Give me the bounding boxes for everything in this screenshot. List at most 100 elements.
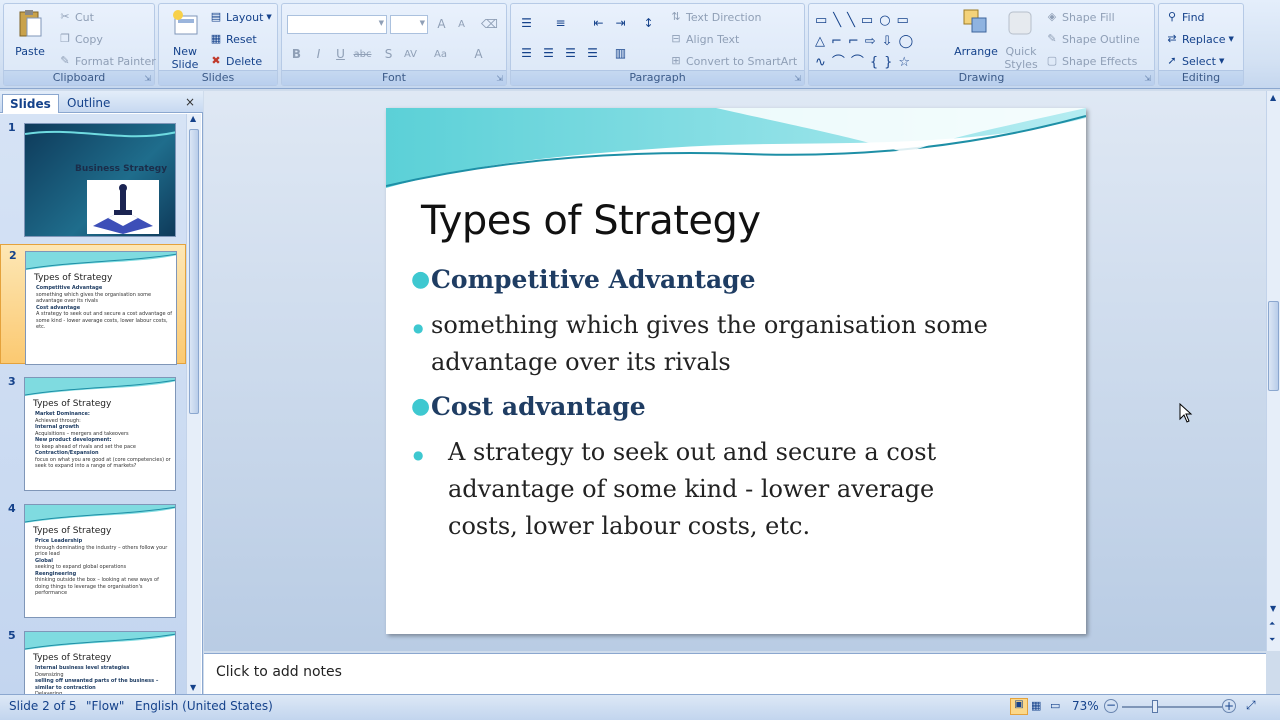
notes-placeholder[interactable]: Click to add notes <box>216 664 342 680</box>
zoom-slider-thumb[interactable] <box>1152 700 1158 713</box>
select-button[interactable]: ➚ Select ▼ <box>1165 54 1224 68</box>
zoom-slider[interactable] <box>1122 700 1222 713</box>
columns-icon[interactable]: ▥ <box>611 44 630 63</box>
panel-scrollbar[interactable]: ▲ ▼ <box>186 114 201 694</box>
format-painter-button[interactable]: ✎ Format Painter <box>58 54 155 68</box>
font-group-label: Font <box>282 70 506 85</box>
theme-name[interactable]: "Flow" <box>86 699 124 713</box>
slide-thumbnail-1[interactable]: 1 Business Strategy <box>0 117 186 237</box>
clipboard-group-label: Clipboard <box>4 70 154 85</box>
font-group: ▼ ▼ A A ⌫ B I U abc S AV Aa A Font ⇲ <box>281 3 507 86</box>
char-spacing-icon[interactable]: AV <box>401 45 420 64</box>
slide-thumbnail-3[interactable]: 3 Types of Strategy Market Dominance: Achie… <box>0 371 186 491</box>
align-right-icon[interactable]: ☰ <box>561 44 580 63</box>
tab-outline[interactable]: Outline <box>60 94 117 113</box>
grow-font-icon[interactable]: A <box>432 15 451 34</box>
delete-button[interactable]: ✖ Delete <box>209 54 262 68</box>
slide-preview[interactable]: Types of Strategy Competitive Advantage so… <box>25 251 177 365</box>
numbering-icon[interactable]: ≡ <box>551 14 570 33</box>
scroll-up-icon[interactable]: ▲ <box>190 114 196 123</box>
bullets-icon[interactable]: ☰ <box>517 14 536 33</box>
scroll-down-icon[interactable]: ▼ <box>1270 604 1276 613</box>
previous-slide-icon[interactable]: ⏶ <box>1269 619 1275 629</box>
font-color-icon[interactable]: A <box>469 45 488 64</box>
underline-icon[interactable]: U <box>331 45 350 64</box>
scroll-thumb[interactable] <box>1268 301 1279 391</box>
zoom-in-icon[interactable]: + <box>1222 699 1236 713</box>
bullet-heading[interactable]: ● Cost advantage <box>411 388 1031 425</box>
increase-indent-icon[interactable]: ⇥ <box>611 14 630 33</box>
arrange-button[interactable]: Arrange <box>951 6 1001 58</box>
thumbnail-line: thinking outside the box – looking at ne… <box>35 577 159 596</box>
quick-styles-button[interactable]: Quick Styles <box>1001 6 1039 71</box>
slide-title[interactable]: Types of Strategy <box>421 198 761 244</box>
find-button[interactable]: ⚲ Find <box>1165 10 1205 24</box>
dialog-launcher-icon[interactable]: ⇲ <box>1144 74 1151 83</box>
clear-formatting-icon[interactable]: ⌫ <box>480 15 499 34</box>
slide[interactable]: Types of Strategy ● Competitive Advantage… <box>386 108 1086 634</box>
dialog-launcher-icon[interactable]: ⇲ <box>144 74 151 83</box>
bullet-heading[interactable]: ● Competitive Advantage <box>411 261 1031 298</box>
slide-preview[interactable]: Types of Strategy Market Dominance: Achiev… <box>24 377 176 491</box>
scroll-thumb[interactable] <box>189 129 199 414</box>
slide-scrollbar[interactable]: ▲ ▼ ⏶ ⏷ <box>1266 91 1280 651</box>
decrease-indent-icon[interactable]: ⇤ <box>589 14 608 33</box>
slide-thumbnail-4[interactable]: 4 Types of Strategy Price Leadership throug… <box>0 498 186 618</box>
line-spacing-icon[interactable]: ↕ <box>639 14 658 33</box>
paste-button[interactable]: Paste <box>12 8 48 58</box>
normal-view-icon[interactable]: ▣ <box>1010 698 1028 715</box>
justify-icon[interactable]: ☰ <box>583 44 602 63</box>
cut-button[interactable]: ✂ Cut <box>58 10 94 24</box>
convert-smartart-button[interactable]: ⊞ Convert to SmartArt <box>669 54 797 68</box>
font-size-combobox[interactable]: ▼ <box>390 15 428 34</box>
bullet-item[interactable]: ● A strategy to seek out and secure a cos… <box>413 434 991 545</box>
notes-pane[interactable]: Click to add notes <box>204 653 1266 694</box>
fit-to-window-icon[interactable]: ⤢ <box>1246 698 1256 713</box>
slide-thumbnail-5[interactable]: 5 Types of Strategy Internal business leve… <box>0 625 186 694</box>
align-text-icon: ⊟ <box>671 32 681 45</box>
copy-button[interactable]: ❐ Copy <box>58 32 103 46</box>
dialog-launcher-icon[interactable]: ⇲ <box>794 74 801 83</box>
slide-preview[interactable]: Business Strategy <box>24 123 176 237</box>
shape-effects-label: Shape Effects <box>1062 54 1138 68</box>
reset-button[interactable]: ▦ Reset <box>209 32 257 46</box>
shrink-font-icon[interactable]: A <box>452 15 471 34</box>
shapes-gallery[interactable]: ▭╲╲▭○▭ △⌐⌐⇨⇩◯ ∿⌒⌒{}☆ <box>815 10 945 70</box>
slide-sorter-icon[interactable]: ▦ <box>1031 699 1041 712</box>
zoom-level[interactable]: 73% <box>1072 699 1099 713</box>
slide-preview[interactable]: Types of Strategy Price Leadership through… <box>24 504 176 618</box>
align-text-button[interactable]: ⊟ Align Text <box>669 32 739 46</box>
slide-show-icon[interactable]: ▭ <box>1050 699 1060 712</box>
layout-button[interactable]: ▤ Layout ▼ <box>209 10 272 24</box>
new-slide-button[interactable]: New Slide <box>165 8 205 71</box>
cut-label: Cut <box>75 10 94 24</box>
shape-outline-button[interactable]: ✎ Shape Outline <box>1045 32 1139 46</box>
replace-button[interactable]: ⇄ Replace ▼ <box>1165 32 1234 46</box>
paragraph-group-label: Paragraph <box>511 70 804 85</box>
bullet-item[interactable]: ● something which gives the organisation … <box>413 307 991 381</box>
change-case-icon[interactable]: Aa <box>431 45 450 64</box>
text-direction-button[interactable]: ⇅ Text Direction <box>669 10 761 24</box>
slide-preview[interactable]: Types of Strategy Internal business level… <box>24 631 176 694</box>
zoom-out-icon[interactable]: − <box>1104 699 1118 713</box>
italic-icon[interactable]: I <box>309 45 328 64</box>
language-indicator[interactable]: English (United States) <box>135 699 273 713</box>
shape-fill-button[interactable]: ◈ Shape Fill <box>1045 10 1115 24</box>
slide-thumbnail-2[interactable]: 2 Types of Strategy Competitive Advantage s… <box>0 244 186 365</box>
font-name-combobox[interactable]: ▼ <box>287 15 387 34</box>
layout-icon: ▤ <box>210 10 222 23</box>
align-left-icon[interactable]: ☰ <box>517 44 536 63</box>
tab-slides[interactable]: Slides <box>2 94 59 113</box>
close-icon[interactable]: × <box>185 95 195 109</box>
scroll-up-icon[interactable]: ▲ <box>1270 93 1276 102</box>
arrange-label: Arrange <box>954 45 998 58</box>
strikethrough-icon[interactable]: abc <box>353 45 372 64</box>
scroll-down-icon[interactable]: ▼ <box>190 683 196 692</box>
align-center-icon[interactable]: ☰ <box>539 44 558 63</box>
shadow-icon[interactable]: S <box>379 45 398 64</box>
bold-icon[interactable]: B <box>287 45 306 64</box>
shapes-row-2: △⌐⌐⇨⇩◯ <box>815 34 920 49</box>
next-slide-icon[interactable]: ⏷ <box>1269 635 1275 645</box>
shape-effects-button[interactable]: ▢ Shape Effects <box>1045 54 1138 68</box>
dialog-launcher-icon[interactable]: ⇲ <box>496 74 503 83</box>
